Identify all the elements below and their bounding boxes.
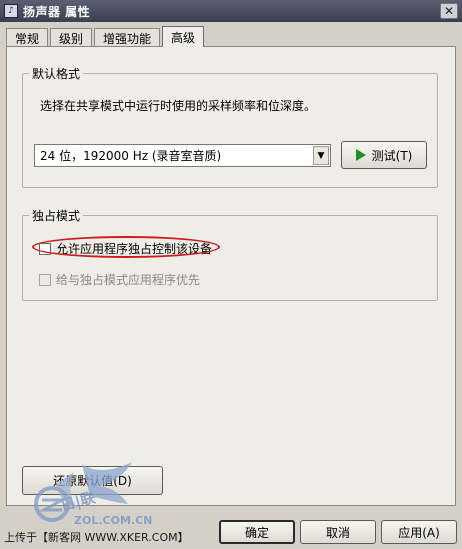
default-format-description: 选择在共享模式中运行时使用的采样频率和位深度。 (40, 99, 317, 113)
window-title: 扬声器 属性 (23, 4, 91, 19)
default-format-group: 默认格式 选择在共享模式中运行时使用的采样频率和位深度。 (22, 65, 438, 188)
default-format-label: 默认格式 (29, 65, 84, 82)
apply-button-label: 应用(A) (398, 525, 440, 540)
tab-enhancements[interactable]: 增强功能 (94, 28, 161, 47)
format-select[interactable]: 24 位，192000 Hz (录音室音质) ▼ (34, 144, 331, 167)
tab-strip: 常规 级别 增强功能 高级 (6, 26, 206, 47)
test-button-label: 测试(T) (371, 148, 413, 163)
play-icon (355, 149, 366, 161)
upload-note: 上传于【新客网 WWW.XKER.COM】 (4, 531, 189, 544)
watermark-site: ZOL.COM.CN (74, 514, 152, 527)
speaker-icon: ♪ (4, 4, 18, 18)
tab-general[interactable]: 常规 (6, 28, 49, 47)
chevron-down-icon[interactable]: ▼ (313, 146, 329, 165)
tab-advanced[interactable]: 高级 (162, 26, 205, 47)
close-button[interactable]: ✕ (440, 3, 458, 19)
ok-button-label: 确定 (244, 525, 269, 540)
give-priority-row: 给与独占模式应用程序优先 (39, 271, 200, 288)
cancel-button[interactable]: 取消 (300, 520, 376, 544)
cancel-button-label: 取消 (325, 525, 350, 540)
give-priority-label: 给与独占模式应用程序优先 (56, 273, 201, 287)
give-priority-checkbox (39, 273, 51, 286)
title-bar: ♪ 扬声器 属性 ✕ (0, 0, 462, 22)
exclusive-mode-label: 独占模式 (29, 207, 84, 224)
ok-button[interactable]: 确定 (219, 520, 295, 544)
annotation-ellipse (32, 236, 220, 258)
close-icon: ✕ (443, 4, 455, 18)
tab-levels[interactable]: 级别 (50, 28, 93, 47)
exclusive-mode-group: 独占模式 (22, 207, 438, 301)
apply-button[interactable]: 应用(A) (381, 520, 457, 544)
format-select-value: 24 位，192000 Hz (录音室音质) (40, 149, 222, 163)
test-button[interactable]: 测试(T) (341, 141, 427, 169)
